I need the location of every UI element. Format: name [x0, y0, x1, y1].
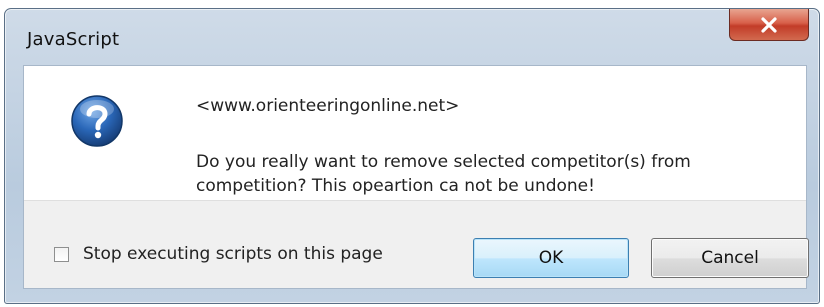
content-panel: <www.orienteeringonline.net> Do you real… — [23, 65, 809, 289]
question-icon — [71, 95, 123, 147]
stop-scripts-label: Stop executing scripts on this page — [83, 244, 383, 264]
close-button[interactable] — [729, 9, 809, 41]
message-text: Do you really want to remove selected co… — [196, 152, 691, 196]
message-area: <www.orienteeringonline.net> Do you real… — [24, 66, 806, 201]
ok-button[interactable]: OK — [473, 238, 629, 278]
stop-scripts-checkbox[interactable] — [54, 246, 69, 262]
title-bar[interactable]: JavaScript — [5, 9, 819, 63]
dialog-title: JavaScript — [27, 29, 120, 50]
stop-scripts-option[interactable]: Stop executing scripts on this page — [54, 244, 383, 264]
close-icon — [761, 16, 777, 33]
cancel-button[interactable]: Cancel — [651, 238, 809, 278]
javascript-dialog: JavaScript <www.orienteeringonline.net> … — [4, 8, 820, 304]
message-origin: <www.orienteeringonline.net> — [196, 96, 460, 116]
